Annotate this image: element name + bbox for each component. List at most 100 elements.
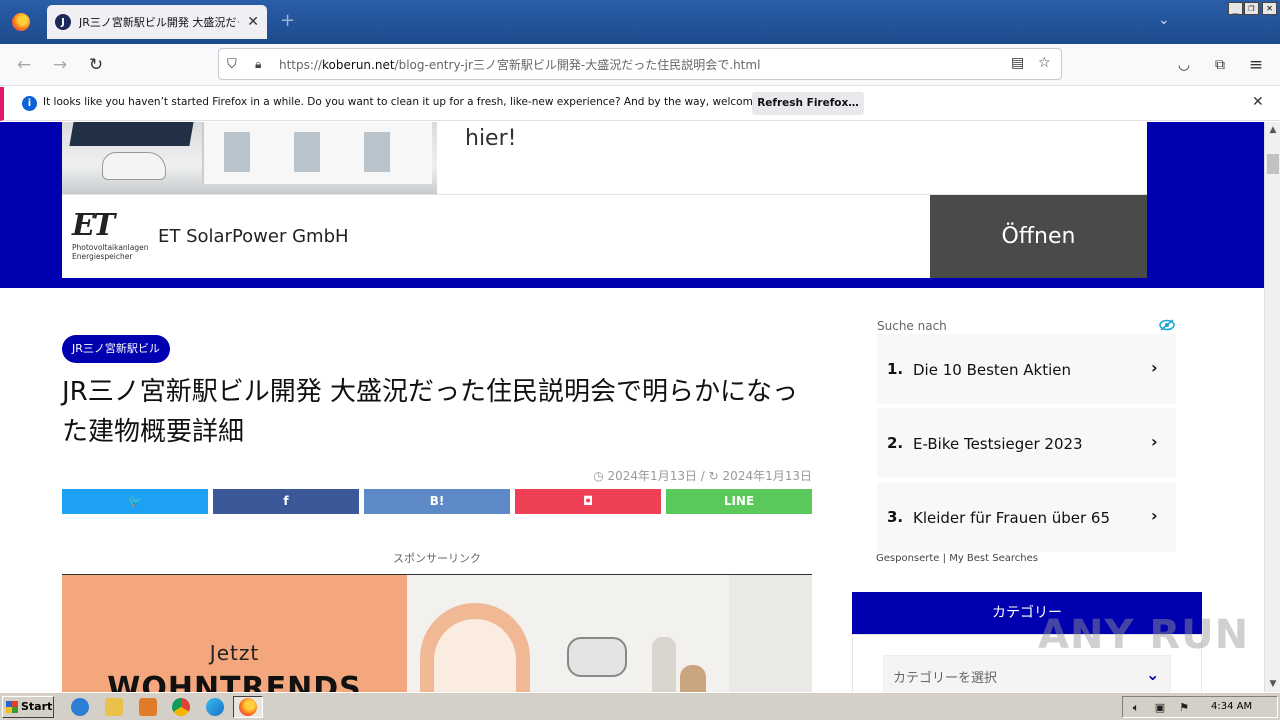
chrome-icon[interactable] [172,698,190,716]
tab-list-chevron-icon[interactable]: ⌄ [1158,12,1170,28]
back-arrow-icon[interactable]: ← [12,53,36,77]
info-icon: i [22,96,37,111]
internet-explorer-icon[interactable] [71,698,89,716]
page-viewport: hier! ET Photovoltaikanlagen Energiespei… [0,122,1264,692]
tab-close-icon[interactable]: ✕ [247,14,259,30]
anyrun-watermark: ANY RUN [1038,612,1250,658]
share-hatena-button[interactable]: B! [364,489,510,514]
search-item-label: E-Bike Testsieger 2023 [913,435,1083,453]
ad-headline: hier! [465,126,517,151]
refresh-firefox-button[interactable]: Refresh Firefox… [752,92,864,115]
et-logo: ET Photovoltaikanlagen Energiespeicher [72,208,152,264]
refresh-icon: ↻ [708,469,723,483]
sponsored-searches-label[interactable]: Gesponserte | My Best Searches [876,553,1038,564]
windows-taskbar: Start 🔈︎ ▣ ⚑ 4:34 AM [0,692,1280,720]
minimize-window-button[interactable]: _ [1228,2,1243,15]
search-item-number: 3. [887,508,904,526]
clock-icon: ◷ [593,469,608,483]
article-title: JR三ノ宮新駅ビル開発 大盛況だった住民説明会で明らかになった建物概要詳細 [62,377,798,447]
pocket-icon[interactable]: ◡ [1172,53,1196,77]
date-separator: / [700,469,705,483]
new-tab-icon[interactable]: + [280,10,295,31]
url-text[interactable]: https://koberun.net/blog-entry-jr三ノ宮新駅ビル… [279,56,999,73]
share-facebook-button[interactable]: f [213,489,359,514]
house-window [364,132,390,172]
search-item-label: Die 10 Besten Aktien [913,361,1072,379]
search-item-number: 1. [887,360,904,378]
scrollbar-thumb[interactable] [1267,154,1279,174]
forward-arrow-icon[interactable]: → [48,53,72,77]
restore-window-button[interactable]: ❐ [1244,2,1259,15]
search-suggestion-3[interactable]: 3. Kleider für Frauen über 65 › [877,482,1176,552]
media-player-icon[interactable] [139,698,157,716]
search-suggestion-2[interactable]: 2. E-Bike Testsieger 2023 › [877,408,1176,478]
share-line-button[interactable]: LINE [666,489,812,514]
edge-icon[interactable] [206,698,224,716]
firefox-taskbar-icon [239,698,257,716]
ad-image-carport[interactable] [62,122,437,194]
navigation-toolbar: ← → ↻ ⛉ 🔒︎ https://koberun.net/blog-entr… [0,44,1280,86]
lock-icon[interactable]: 🔒︎ [255,57,269,72]
banner-person [680,665,706,692]
chevron-right-icon: › [1151,358,1158,377]
updated-date: 2024年1月13日 [722,469,812,483]
hamburger-menu-icon[interactable]: ≡ [1244,53,1268,77]
eye-icon[interactable] [1159,319,1175,331]
category-select-placeholder: カテゴリーを選択 [893,671,998,686]
url-prefix: https:// [279,57,323,72]
tracking-shield-icon[interactable]: ⛉ [227,57,243,72]
flag-icon[interactable]: ⚑ [1177,701,1191,714]
bookmark-star-icon[interactable]: ☆ [1038,55,1051,71]
category-select[interactable]: カテゴリーを選択 ⌄ [883,655,1171,692]
firefox-menu-button[interactable] [0,0,42,44]
firefox-taskbar-button[interactable] [233,696,263,718]
page-scrollbar[interactable]: ▲ ▼ [1264,122,1280,692]
volume-icon[interactable]: 🔈︎ [1129,701,1143,714]
chevron-right-icon: › [1151,506,1158,525]
extensions-icon[interactable]: ⧉ [1208,53,1232,77]
tab-title: JR三ノ宮新駅ビル開発 大盛況だった住民説明会で明らかになった建物概要詳細 [79,16,239,29]
scroll-up-arrow-icon[interactable]: ▲ [1265,122,1280,138]
ad-company-name[interactable]: ET SolarPower GmbH [158,226,349,247]
firefox-icon [12,13,30,31]
share-pocket-button[interactable]: ◘ [515,489,661,514]
windows-logo-icon [6,701,18,713]
ad-open-button[interactable]: Öffnen [930,195,1147,278]
browser-titlebar: J JR三ノ宮新駅ビル開発 大盛況だった住民説明会で明らかになった建物概要詳細 … [0,0,1280,44]
close-window-button[interactable]: ✕ [1262,2,1277,15]
ad-banner-top[interactable]: hier! ET Photovoltaikanlagen Energiespei… [62,122,1147,278]
chevron-down-icon: ⌄ [1146,665,1160,684]
house-window [294,132,320,172]
share-twitter-button[interactable]: 🐦 [62,489,208,514]
category-badge[interactable]: JR三ノ宮新駅ビル [62,335,170,363]
url-domain: koberun.net [322,57,395,72]
ad-banner-wohntrends[interactable]: Jetzt WOHNTRENDS [62,574,812,692]
banner-right-panel [729,575,812,692]
file-explorer-icon[interactable] [105,698,123,716]
house-window [224,132,250,172]
notification-text: It looks like you haven’t started Firefo… [43,96,792,108]
clock: 4:34 AM [1211,701,1253,712]
system-tray: 🔈︎ ▣ ⚑ 4:34 AM [1122,696,1278,718]
solar-panel [119,122,195,146]
et-logo-subtitle-1: Photovoltaikanlagen [72,243,149,252]
start-label: Start [21,700,53,713]
chevron-right-icon: › [1151,432,1158,451]
search-suggestion-1[interactable]: 1. Die 10 Besten Aktien › [877,334,1176,404]
car-image [102,152,166,180]
network-icon[interactable]: ▣ [1153,701,1167,714]
house-image [202,122,432,184]
banner-arch-inner [434,619,516,692]
sponsor-label: スポンサーリンク [393,552,481,565]
search-widget-header: Suche nach [877,319,947,333]
reload-icon[interactable]: ↻ [84,53,108,77]
close-notification-icon[interactable]: ✕ [1252,94,1264,110]
et-logo-subtitle-2: Energiespeicher [72,252,133,261]
start-button[interactable]: Start [2,696,54,718]
article-dates: ◷ 2024年1月13日 / ↻ 2024年1月13日 [570,467,812,484]
url-bar[interactable]: ⛉ 🔒︎ https://koberun.net/blog-entry-jr三ノ… [218,48,1062,80]
scroll-down-arrow-icon[interactable]: ▼ [1265,676,1280,692]
browser-tab-active[interactable]: J JR三ノ宮新駅ビル開発 大盛況だった住民説明会で明らかになった建物概要詳細 … [47,5,267,39]
reader-view-icon[interactable]: ▤ [1011,55,1024,71]
url-path: /blog-entry-jr三ノ宮新駅ビル開発-大盛況だった住民説明会で.htm… [394,57,761,72]
